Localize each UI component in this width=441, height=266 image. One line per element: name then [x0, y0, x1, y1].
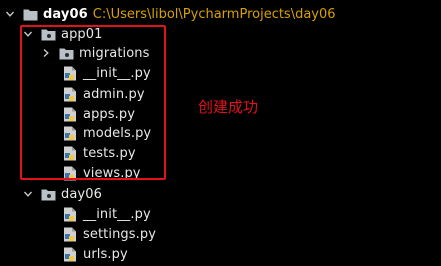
tree-row-file[interactable]: models.py [62, 123, 151, 143]
tree-item-label: __init__.py [83, 65, 151, 81]
python-file-icon [62, 86, 78, 102]
folder-icon [22, 6, 38, 22]
tree-row-migrations[interactable]: migrations [40, 43, 150, 63]
tree-item-label: apps.py [83, 106, 136, 122]
tree-item-label: views.py [83, 165, 141, 181]
tree-item-label: models.py [83, 125, 152, 141]
package-folder-icon [58, 45, 74, 61]
tree-row-file[interactable]: settings.py [62, 224, 156, 244]
tree-row-file[interactable]: views.py [62, 163, 141, 183]
tree-row-project-root[interactable]: day06 C:\Users\libol\PycharmProjects\day… [4, 4, 336, 24]
python-file-icon [62, 106, 78, 122]
tree-item-label: tests.py [83, 145, 136, 161]
project-name: day06 [43, 6, 88, 22]
python-file-icon [62, 125, 78, 141]
tree-item-label: admin.py [83, 86, 145, 102]
tree-row-file[interactable]: __init__.py [62, 204, 151, 224]
python-file-icon [62, 65, 78, 81]
tree-item-label: migrations [79, 45, 150, 61]
tree-item-label: settings.py [83, 226, 157, 242]
tree-row-app01[interactable]: app01 [22, 24, 103, 44]
tree-row-file[interactable]: apps.py [62, 104, 135, 124]
package-folder-icon [40, 26, 56, 42]
tree-item-label: app01 [61, 26, 103, 42]
python-file-icon [62, 246, 78, 262]
project-tree: day06 C:\Users\libol\PycharmProjects\day… [0, 0, 441, 266]
tree-row-day06-package[interactable]: day06 [22, 184, 102, 204]
package-folder-icon [40, 186, 56, 202]
python-file-icon [62, 206, 78, 222]
python-file-icon [62, 165, 78, 181]
tree-item-label: __init__.py [83, 206, 151, 222]
python-file-icon [62, 145, 78, 161]
tree-row-file[interactable]: urls.py [62, 244, 128, 264]
python-file-icon [62, 226, 78, 242]
project-path: C:\Users\libol\PycharmProjects\day06 [92, 6, 336, 22]
tree-item-label: urls.py [83, 246, 128, 262]
chevron-down-icon[interactable] [4, 8, 16, 20]
tree-row-file[interactable]: tests.py [62, 143, 136, 163]
tree-row-file[interactable]: __init__.py [62, 63, 151, 83]
chevron-down-icon[interactable] [22, 188, 34, 200]
chevron-right-icon[interactable] [40, 47, 52, 59]
annotation-text: 创建成功 [198, 98, 259, 116]
tree-row-file[interactable]: admin.py [62, 84, 145, 104]
tree-item-label: day06 [61, 186, 102, 202]
chevron-down-icon[interactable] [22, 28, 34, 40]
